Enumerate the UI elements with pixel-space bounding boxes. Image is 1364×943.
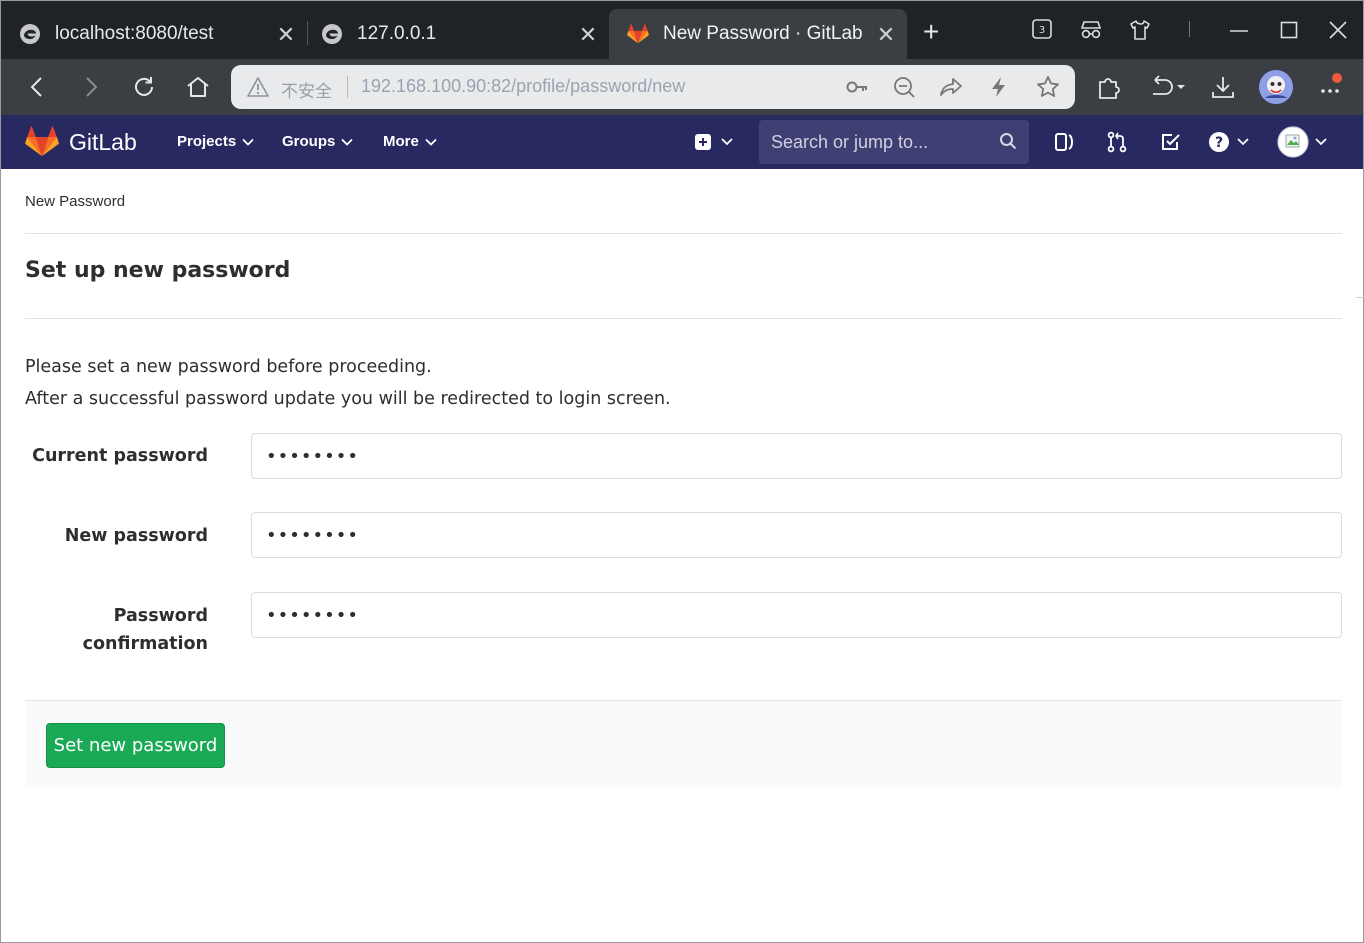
gitlab-navbar: GitLab Projects Groups More Search or ju…	[1, 115, 1363, 169]
edge-icon	[19, 23, 41, 45]
svg-text:?: ?	[1215, 135, 1223, 151]
breadcrumb[interactable]: New Password	[25, 193, 125, 210]
edge-icon	[321, 23, 343, 45]
url-text[interactable]: 192.168.100.90:82/profile/password/new	[361, 76, 685, 97]
new-tab-button[interactable]: +	[923, 18, 939, 46]
chevron-down-icon	[425, 133, 437, 150]
help-dropdown[interactable]: ?	[1208, 131, 1252, 158]
tab-strip: localhost:8080/test ✕ 127.0.0.1 ✕ New Pa…	[1, 1, 1363, 59]
label-line: confirmation	[82, 634, 208, 654]
tab-localhost[interactable]: localhost:8080/test ✕	[1, 9, 307, 59]
forward-icon[interactable]	[77, 73, 105, 101]
edge-divider	[1356, 297, 1364, 298]
divider	[25, 233, 1342, 234]
password-confirmation-label: Password confirmation	[83, 602, 208, 658]
settings-more-icon[interactable]	[1317, 73, 1345, 101]
tab-title: 127.0.0.1	[357, 23, 437, 44]
nav-more-label: More	[383, 133, 419, 150]
security-status[interactable]: 不安全	[281, 77, 332, 102]
warning-icon[interactable]	[247, 76, 269, 103]
gitlab-brand[interactable]: GitLab	[69, 129, 137, 156]
current-password-label: Current password	[32, 446, 208, 466]
issues-icon[interactable]	[1054, 131, 1076, 158]
nav-more[interactable]: More	[383, 133, 437, 150]
extensions-shirt-icon[interactable]	[1129, 19, 1151, 47]
search-box[interactable]	[759, 120, 1029, 164]
key-icon[interactable]	[845, 75, 869, 99]
current-password-input[interactable]	[251, 433, 1342, 479]
info-text-2: After a successful password update you w…	[25, 389, 671, 409]
form-actions: Set new password	[25, 700, 1342, 788]
zoom-out-icon[interactable]	[892, 75, 916, 99]
set-new-password-button[interactable]: Set new password	[46, 723, 225, 768]
tab-count-badge: 3	[1039, 25, 1045, 36]
page-title: Set up new password	[25, 258, 291, 283]
minimize-icon[interactable]	[1229, 15, 1249, 51]
password-confirmation-input[interactable]	[251, 592, 1342, 638]
close-icon[interactable]: ✕	[875, 22, 897, 48]
tab-actions-icon[interactable]: 3	[1031, 18, 1053, 46]
incognito-icon[interactable]	[1079, 19, 1103, 47]
reload-icon[interactable]	[130, 73, 158, 101]
gitlab-logo-icon[interactable]	[25, 126, 59, 163]
address-bar[interactable]: 不安全 192.168.100.90:82/profile/password/n…	[231, 65, 1075, 109]
address-divider	[347, 76, 348, 98]
nav-projects[interactable]: Projects	[177, 133, 254, 150]
browser-toolbar: 不安全 192.168.100.90:82/profile/password/n…	[1, 59, 1363, 115]
bookmark-star-icon[interactable]	[1036, 75, 1060, 99]
gitlab-tanuki-icon	[627, 23, 649, 45]
merge-requests-icon[interactable]	[1106, 131, 1128, 158]
browser-window: localhost:8080/test ✕ 127.0.0.1 ✕ New Pa…	[0, 0, 1364, 943]
tab-127[interactable]: 127.0.0.1 ✕	[303, 9, 609, 59]
toolbar-divider	[1189, 21, 1190, 37]
nav-groups[interactable]: Groups	[282, 133, 353, 150]
label-line: Password	[113, 606, 208, 626]
extensions-icon[interactable]	[1095, 73, 1123, 101]
tab-title: New Password · GitLab	[663, 23, 863, 44]
new-password-input[interactable]	[251, 512, 1342, 558]
user-menu-dropdown[interactable]	[1277, 126, 1331, 163]
window-close-icon[interactable]	[1329, 21, 1347, 45]
tab-new-password[interactable]: New Password · GitLab ✕	[609, 9, 907, 59]
share-icon[interactable]	[939, 75, 963, 99]
search-icon[interactable]	[999, 132, 1017, 155]
info-text-1: Please set a new password before proceed…	[25, 357, 432, 377]
new-item-dropdown[interactable]	[694, 133, 736, 156]
chevron-down-icon	[242, 133, 254, 150]
maximize-icon[interactable]	[1280, 21, 1298, 45]
download-icon[interactable]	[1209, 73, 1237, 101]
lightning-icon[interactable]	[987, 75, 1011, 99]
profile-avatar[interactable]	[1259, 70, 1293, 104]
tab-title: localhost:8080/test	[55, 23, 214, 44]
history-undo-icon[interactable]	[1149, 73, 1189, 101]
search-input[interactable]	[759, 120, 989, 164]
close-icon[interactable]: ✕	[275, 22, 297, 48]
home-icon[interactable]	[184, 73, 212, 101]
chevron-down-icon	[341, 133, 353, 150]
nav-groups-label: Groups	[282, 133, 336, 150]
back-icon[interactable]	[23, 73, 51, 101]
divider	[25, 318, 1342, 319]
todos-icon[interactable]	[1160, 131, 1182, 158]
nav-projects-label: Projects	[177, 133, 237, 150]
close-icon[interactable]: ✕	[577, 22, 599, 48]
new-password-label: New password	[64, 526, 208, 546]
